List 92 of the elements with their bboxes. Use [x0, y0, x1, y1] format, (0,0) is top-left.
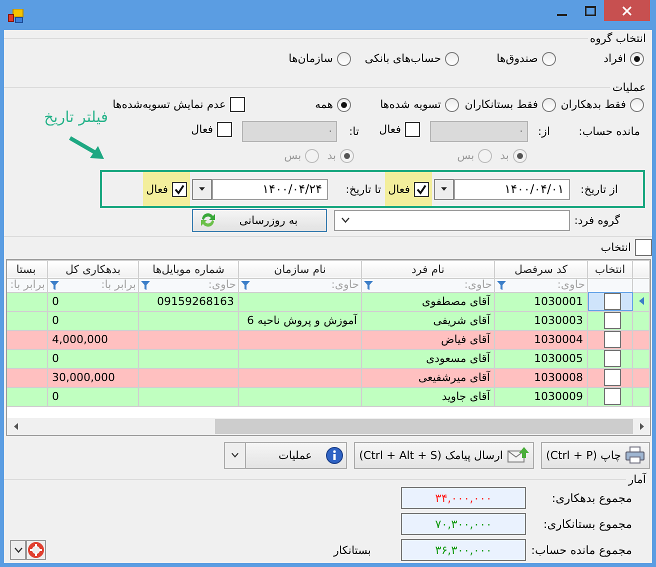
table-cell: آقای جاوید: [362, 387, 494, 406]
operations-menu[interactable]: عملیات: [245, 442, 348, 469]
checkbox[interactable]: فعال: [385, 172, 432, 206]
lifebuoy-icon: [28, 542, 44, 558]
filter-icon: [241, 280, 250, 290]
total-field: ۷۰,۳۰۰,۰۰۰: [401, 513, 526, 535]
table-cell: 0: [48, 311, 138, 330]
checkbox[interactable]: عدم نمایش تسویه‌شده‌ها: [112, 97, 245, 112]
column-header[interactable]: نام فرد: [362, 260, 494, 278]
minimize-icon: [557, 14, 567, 16]
chevron-down-icon: [14, 547, 22, 553]
radio-button[interactable]: حساب‌های بانکی: [364, 52, 459, 66]
table-cell: 0: [48, 387, 138, 406]
checkbox[interactable]: فعال: [143, 172, 190, 206]
column-header[interactable]: نام سازمان: [238, 260, 362, 278]
radio-button[interactable]: فقط بدهکاران: [560, 98, 644, 112]
table-cell: 1030005: [494, 349, 588, 368]
send-sms-button[interactable]: ارسال پیامک (Ctrl + Alt + S): [354, 442, 534, 469]
table-cell: 1030009: [494, 387, 588, 406]
table-cell: 1030008: [494, 368, 588, 388]
table-cell: 1030001: [494, 292, 588, 312]
table-cell: 1030004: [494, 330, 588, 350]
checkbox[interactable]: انتخاب: [600, 239, 652, 256]
current-row-icon: [638, 297, 644, 306]
filter-icon: [364, 280, 373, 290]
arrow-icon: [68, 135, 106, 161]
info-icon: [326, 446, 344, 464]
radio-button[interactable]: فقط بستانکاران: [464, 98, 556, 112]
caret-icon: [199, 187, 206, 191]
column-header[interactable]: انتخاب: [588, 260, 632, 278]
field-label: مجموع مانده حساب:: [530, 543, 632, 557]
column-header[interactable]: شماره موبایل‌ها: [138, 260, 238, 278]
radio-button[interactable]: تسویه شده‌ها: [380, 98, 459, 112]
table-cell: آقای مصطفوی: [362, 292, 494, 312]
balance-type-text: بستانکار: [334, 544, 371, 556]
chevron-down-icon: [231, 452, 240, 458]
table-cell: آقای مسعودی: [362, 349, 494, 368]
group-title: انتخاب گروه: [590, 32, 646, 45]
table-cell: آقای فیاض: [362, 330, 494, 350]
column-header[interactable]: بدهکاری کل: [48, 260, 138, 278]
column-header[interactable]: بستا: [7, 260, 48, 278]
maximize-icon: [584, 6, 596, 16]
right-arrow-icon: [640, 422, 644, 430]
field-label: از تاریخ:: [580, 182, 619, 196]
table-cell: آموزش و پروش ناحیه 6: [238, 311, 362, 330]
printer-icon: [625, 446, 645, 464]
field-label: از:: [536, 124, 550, 138]
combo-box[interactable]: [334, 210, 570, 230]
column-header[interactable]: کد سرفصل: [494, 260, 588, 278]
filter-icon: [497, 280, 506, 290]
field-label: مانده حساب:: [578, 124, 640, 138]
table-cell: 0: [48, 292, 138, 312]
table-cell: 4,000,000: [48, 330, 138, 350]
print-button[interactable]: چاپ (Ctrl + P): [540, 442, 650, 469]
annotation-text: فیلتر تاریخ: [44, 108, 108, 126]
field-label: مجموع بدهکاری:: [550, 491, 632, 505]
caret-icon: [441, 187, 447, 191]
app-icon: [8, 9, 24, 23]
table-cell: آقای میرشفیعی: [362, 368, 494, 388]
table-cell: 1030003: [494, 311, 588, 330]
total-field: ۳۴,۰۰۰,۰۰۰: [401, 487, 526, 509]
envelope-icon: [506, 446, 529, 464]
field-label: تا:: [348, 124, 360, 138]
radio-button[interactable]: صندوق‌ها: [496, 52, 556, 66]
check-icon: [174, 184, 186, 194]
help-button[interactable]: [26, 540, 46, 560]
group-title: آمار: [628, 472, 646, 486]
date-field[interactable]: ۱۴۰۰/۰۴/۰۱: [454, 178, 570, 200]
table-cell: 0: [48, 349, 138, 368]
refresh-icon: [199, 211, 217, 229]
check-icon: [416, 184, 427, 194]
filter-icon: [141, 280, 150, 290]
radio-button[interactable]: افراد: [604, 52, 644, 66]
close-button[interactable]: [604, 0, 650, 21]
field-label: مجموع بستانکاری:: [542, 517, 632, 531]
dropdown-button[interactable]: [10, 540, 26, 560]
chevron-down-icon: [341, 217, 350, 223]
total-field: ۳۶,۳۰۰,۰۰۰: [401, 539, 526, 561]
table-cell: 09159268163: [138, 292, 238, 312]
table-cell: آقای شریفی: [362, 311, 494, 330]
radio-button[interactable]: همه: [314, 98, 351, 112]
group-title: عملیات: [612, 81, 646, 94]
radio-button[interactable]: سازمان‌ها: [288, 52, 351, 66]
field-label: تا تاریخ:: [344, 182, 382, 196]
close-icon: [622, 6, 632, 16]
left-arrow-icon: [14, 422, 18, 430]
field-label: گروه فرد:: [573, 214, 621, 226]
refresh-button[interactable]: به روزرسانی: [192, 208, 327, 232]
filter-icon: [50, 280, 59, 290]
scrollbar-thumb[interactable]: [215, 418, 633, 434]
date-field[interactable]: ۱۴۰۰/۰۴/۲۴: [212, 178, 328, 200]
table-cell: 30,000,000: [48, 368, 138, 388]
